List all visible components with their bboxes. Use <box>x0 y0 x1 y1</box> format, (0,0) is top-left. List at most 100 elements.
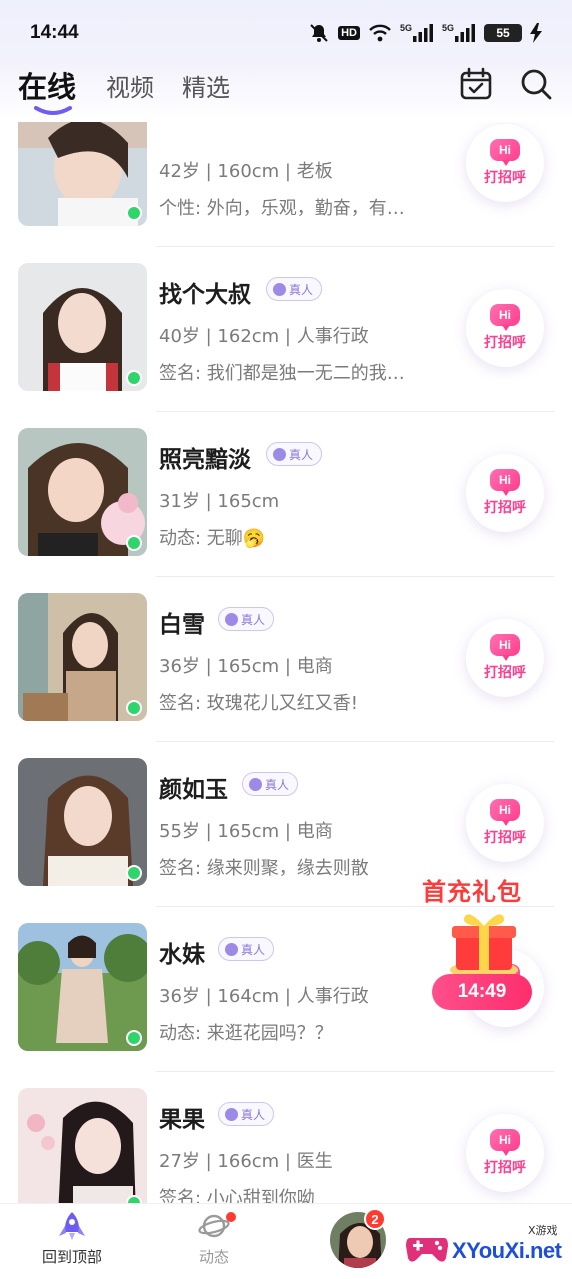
promo-timer: 14:49 <box>432 974 532 1010</box>
tab-active-indicator <box>34 106 72 115</box>
calendar-check-icon[interactable] <box>458 66 494 102</box>
user-signature: 个性: 外向，乐观，勤奋，有… <box>159 198 405 219</box>
verified-icon <box>225 612 238 626</box>
user-signature: 签名: 我们都是独一无二的我… <box>159 363 405 384</box>
greet-label: 打招呼 <box>484 1160 526 1176</box>
status-bar: 14:44 HD 5G 5G 55 <box>0 0 572 62</box>
user-name: 白雪 <box>159 612 205 638</box>
user-list: 42岁 | 160cm | 老板 个性: 外向，乐观，勤奋，有… Hi 打招呼 … <box>0 122 572 1203</box>
verified-icon <box>273 447 286 461</box>
charging-icon <box>530 23 542 43</box>
hd-icon: HD <box>338 26 360 40</box>
hi-icon: Hi <box>490 634 520 661</box>
user-name: 果果 <box>159 1107 205 1133</box>
verified-label: 真人 <box>289 282 314 297</box>
greet-button[interactable]: Hi 打招呼 <box>466 289 544 367</box>
header: 在线 视频 精选 <box>0 62 572 122</box>
gift-box-icon <box>450 914 518 979</box>
user-meta: 55岁 | 165cm | 电商 <box>159 821 333 842</box>
online-status-dot <box>126 535 142 551</box>
user-name: 照亮黯淡 <box>159 447 251 473</box>
status-time: 14:44 <box>30 22 79 43</box>
greet-button[interactable]: Hi 打招呼 <box>466 784 544 862</box>
message-badge: 2 <box>364 1208 386 1230</box>
verified-badge: 真人 <box>266 442 323 466</box>
signal-icon: 5G <box>400 23 434 43</box>
verified-label: 真人 <box>289 447 314 462</box>
greet-label: 打招呼 <box>484 665 526 681</box>
list-item[interactable]: 白雪 真人 36岁 | 165cm | 电商 签名: 玫瑰花儿又红又香! Hi … <box>0 577 572 742</box>
greet-button[interactable]: Hi 打招呼 <box>466 1114 544 1192</box>
hi-icon: Hi <box>490 799 520 826</box>
greet-label: 打招呼 <box>484 170 526 186</box>
greet-label: 打招呼 <box>484 830 526 846</box>
hi-icon: Hi <box>490 1129 520 1156</box>
user-name: 颜如玉 <box>159 777 228 803</box>
hi-icon: Hi <box>490 139 520 166</box>
verified-icon <box>273 282 286 296</box>
user-name: 找个大叔 <box>159 282 251 308</box>
user-signature: 动态: 无聊🥱 <box>159 528 266 549</box>
user-meta: 31岁 | 165cm <box>159 491 280 512</box>
nav-label: 动态 <box>198 1248 229 1266</box>
search-icon[interactable] <box>518 66 554 102</box>
verified-label: 真人 <box>241 612 266 627</box>
hi-icon: Hi <box>490 304 520 331</box>
nav-moments[interactable]: 动态 <box>164 1210 264 1267</box>
verified-label: 真人 <box>241 1107 266 1122</box>
nav-back-to-top[interactable]: 回到顶部 <box>22 1210 122 1267</box>
mute-icon <box>308 22 330 44</box>
greet-button[interactable]: Hi 打招呼 <box>466 619 544 697</box>
verified-icon <box>225 942 238 956</box>
notification-dot <box>226 1212 236 1222</box>
verified-badge: 真人 <box>242 772 299 796</box>
online-status-dot <box>126 700 142 716</box>
list-item[interactable]: 果果 真人 27岁 | 166cm | 医生 签名: 小心甜到你呦 Hi 打招呼 <box>0 1072 572 1203</box>
avatar[interactable] <box>18 1088 147 1203</box>
user-meta: 36岁 | 164cm | 人事行政 <box>159 986 369 1007</box>
user-meta: 42岁 | 160cm | 老板 <box>159 161 333 182</box>
tab-video[interactable]: 视频 <box>106 68 154 103</box>
user-meta: 36岁 | 165cm | 电商 <box>159 656 333 677</box>
verified-icon <box>249 777 262 791</box>
watermark-logo-icon <box>406 1238 448 1262</box>
user-signature: 签名: 玫瑰花儿又红又香! <box>159 693 359 714</box>
online-status-dot <box>126 205 142 221</box>
watermark-text: XYouXi.net <box>452 1238 562 1263</box>
user-signature: 动态: 来逛花园吗？？ <box>159 1023 333 1044</box>
verified-icon <box>225 1107 238 1121</box>
first-recharge-promo[interactable]: 首充礼包 14:49 <box>420 870 548 1020</box>
list-item[interactable]: 找个大叔 真人 40岁 | 162cm | 人事行政 签名: 我们都是独一无二的… <box>0 247 572 412</box>
greet-button[interactable]: Hi 打招呼 <box>466 124 544 202</box>
promo-title: 首充礼包 <box>422 878 522 906</box>
user-signature: 签名: 小心甜到你呦 <box>159 1188 315 1203</box>
signal-icon: 5G <box>442 23 476 43</box>
user-signature: 签名: 缘来则聚，缘去则散 <box>159 858 369 879</box>
network-label: 5G <box>441 23 454 33</box>
user-meta: 27岁 | 166cm | 医生 <box>159 1151 333 1172</box>
verified-badge: 真人 <box>218 937 275 961</box>
list-item[interactable]: 照亮黯淡 真人 31岁 | 165cm 动态: 无聊🥱 Hi 打招呼 <box>0 412 572 577</box>
tab-online[interactable]: 在线 <box>18 64 76 106</box>
tab-featured[interactable]: 精选 <box>182 68 230 103</box>
online-status-dot <box>126 370 142 386</box>
online-status-dot <box>126 1030 142 1046</box>
network-label: 5G <box>399 23 412 33</box>
battery-icon: 55 <box>484 24 522 42</box>
verified-badge: 真人 <box>266 277 323 301</box>
rocket-icon <box>59 1212 85 1240</box>
verified-badge: 真人 <box>218 1102 275 1126</box>
wifi-icon <box>368 23 392 43</box>
greet-label: 打招呼 <box>484 335 526 351</box>
greet-label: 打招呼 <box>484 500 526 516</box>
watermark-small: X游戏 <box>528 1224 558 1237</box>
greet-button[interactable]: Hi 打招呼 <box>466 454 544 532</box>
verified-badge: 真人 <box>218 607 275 631</box>
hi-icon: Hi <box>490 469 520 496</box>
verified-label: 真人 <box>241 942 266 957</box>
user-meta: 40岁 | 162cm | 人事行政 <box>159 326 369 347</box>
list-item[interactable]: 42岁 | 160cm | 老板 个性: 外向，乐观，勤奋，有… Hi 打招呼 <box>0 122 572 247</box>
watermark: X游戏 XYouXi.net <box>400 1216 572 1276</box>
online-status-dot <box>126 865 142 881</box>
nav-label: 回到顶部 <box>41 1248 102 1266</box>
